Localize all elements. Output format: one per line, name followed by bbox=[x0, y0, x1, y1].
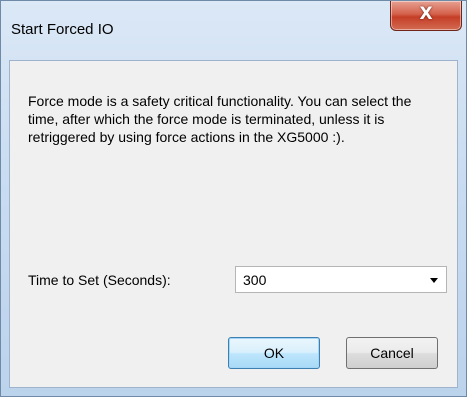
close-icon: X bbox=[419, 4, 433, 24]
time-to-set-label: Time to Set (Seconds): bbox=[28, 272, 171, 288]
ok-button[interactable]: OK bbox=[228, 337, 320, 369]
chevron-down-icon bbox=[430, 278, 438, 283]
info-message: Force mode is a safety critical function… bbox=[28, 93, 412, 145]
time-to-set-select[interactable]: 300 bbox=[235, 266, 447, 293]
window-title: Start Forced IO bbox=[11, 21, 114, 38]
close-button[interactable]: X bbox=[390, 1, 462, 31]
time-to-set-value: 300 bbox=[243, 272, 267, 288]
cancel-button[interactable]: Cancel bbox=[346, 337, 438, 369]
